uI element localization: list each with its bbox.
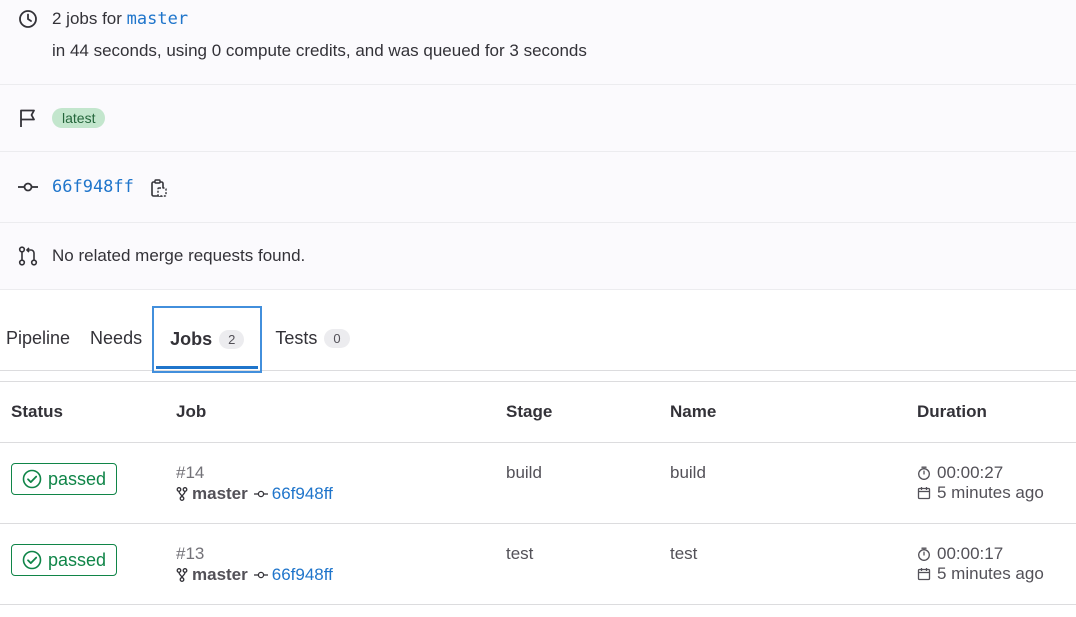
pipeline-info-panel: 2 jobs for master in 44 seconds, using 0… bbox=[0, 0, 1076, 290]
merge-request-icon bbox=[17, 245, 39, 267]
copy-to-clipboard-icon[interactable] bbox=[150, 178, 167, 197]
status-badge[interactable]: passed bbox=[11, 544, 118, 576]
pipeline-timing-text: in 44 seconds, using 0 compute credits, … bbox=[52, 41, 587, 60]
job-duration: 00:00:17 bbox=[937, 544, 1004, 563]
tag-row: latest bbox=[0, 85, 1076, 152]
branch-icon bbox=[176, 487, 188, 501]
commit-icon bbox=[17, 176, 39, 198]
jobs-summary-text: 2 jobs for bbox=[52, 9, 122, 28]
latest-badge: latest bbox=[52, 108, 106, 128]
job-id-link[interactable]: #14 bbox=[176, 463, 204, 482]
job-commit-link[interactable]: 66f948ff bbox=[272, 564, 333, 586]
commit-row: 66f948ff bbox=[0, 152, 1076, 223]
commit-sha-link[interactable]: 66f948ff bbox=[52, 177, 134, 197]
job-id-link[interactable]: #13 bbox=[176, 544, 204, 563]
job-commit-link[interactable]: 66f948ff bbox=[272, 483, 333, 505]
jobs-summary-row: 2 jobs for master in 44 seconds, using 0… bbox=[0, 0, 1076, 85]
job-finished-time: 5 minutes ago bbox=[937, 564, 1044, 583]
commit-icon bbox=[253, 571, 268, 579]
job-branch-link[interactable]: master bbox=[192, 564, 248, 586]
job-duration: 00:00:27 bbox=[937, 463, 1004, 482]
calendar-icon bbox=[917, 487, 931, 500]
clock-icon bbox=[17, 8, 39, 30]
tests-count-badge: 0 bbox=[324, 328, 350, 348]
job-stage: test bbox=[495, 523, 659, 605]
column-header-job: Job bbox=[165, 381, 495, 443]
status-badge[interactable]: passed bbox=[11, 463, 118, 495]
status-success-icon bbox=[22, 550, 42, 570]
merge-requests-row: No related merge requests found. bbox=[0, 223, 1076, 290]
pipeline-tabs: Pipeline Needs Jobs 2 Tests 0 bbox=[0, 290, 1076, 373]
calendar-icon bbox=[917, 568, 931, 581]
branch-link[interactable]: master bbox=[127, 9, 188, 29]
timer-icon bbox=[918, 547, 930, 561]
tab-needs[interactable]: Needs bbox=[84, 306, 148, 370]
column-header-duration: Duration bbox=[906, 381, 1076, 443]
table-row: passed #14 master 66f948ff build build 0… bbox=[0, 442, 1076, 524]
tab-tests[interactable]: Tests 0 bbox=[269, 306, 355, 370]
jobs-table: Status Job Stage Name Duration passed #1… bbox=[0, 381, 1076, 605]
jobs-count-badge: 2 bbox=[219, 330, 245, 349]
commit-icon bbox=[253, 490, 268, 498]
tab-pipeline[interactable]: Pipeline bbox=[0, 306, 76, 370]
branch-icon bbox=[176, 568, 188, 582]
job-name: test bbox=[659, 523, 906, 605]
timer-icon bbox=[918, 466, 930, 480]
flag-icon bbox=[17, 107, 39, 129]
table-header-row: Status Job Stage Name Duration bbox=[0, 381, 1076, 443]
status-success-icon bbox=[22, 469, 42, 489]
tab-jobs[interactable]: Jobs 2 bbox=[152, 306, 263, 373]
column-header-status: Status bbox=[0, 381, 165, 443]
job-finished-time: 5 minutes ago bbox=[937, 483, 1044, 502]
job-name: build bbox=[659, 442, 906, 524]
job-stage: build bbox=[495, 442, 659, 524]
table-row: passed #13 master 66f948ff test test 00:… bbox=[0, 523, 1076, 605]
column-header-stage: Stage bbox=[495, 381, 659, 443]
job-branch-link[interactable]: master bbox=[192, 483, 248, 505]
column-header-name: Name bbox=[659, 381, 906, 443]
merge-requests-text: No related merge requests found. bbox=[52, 246, 306, 265]
